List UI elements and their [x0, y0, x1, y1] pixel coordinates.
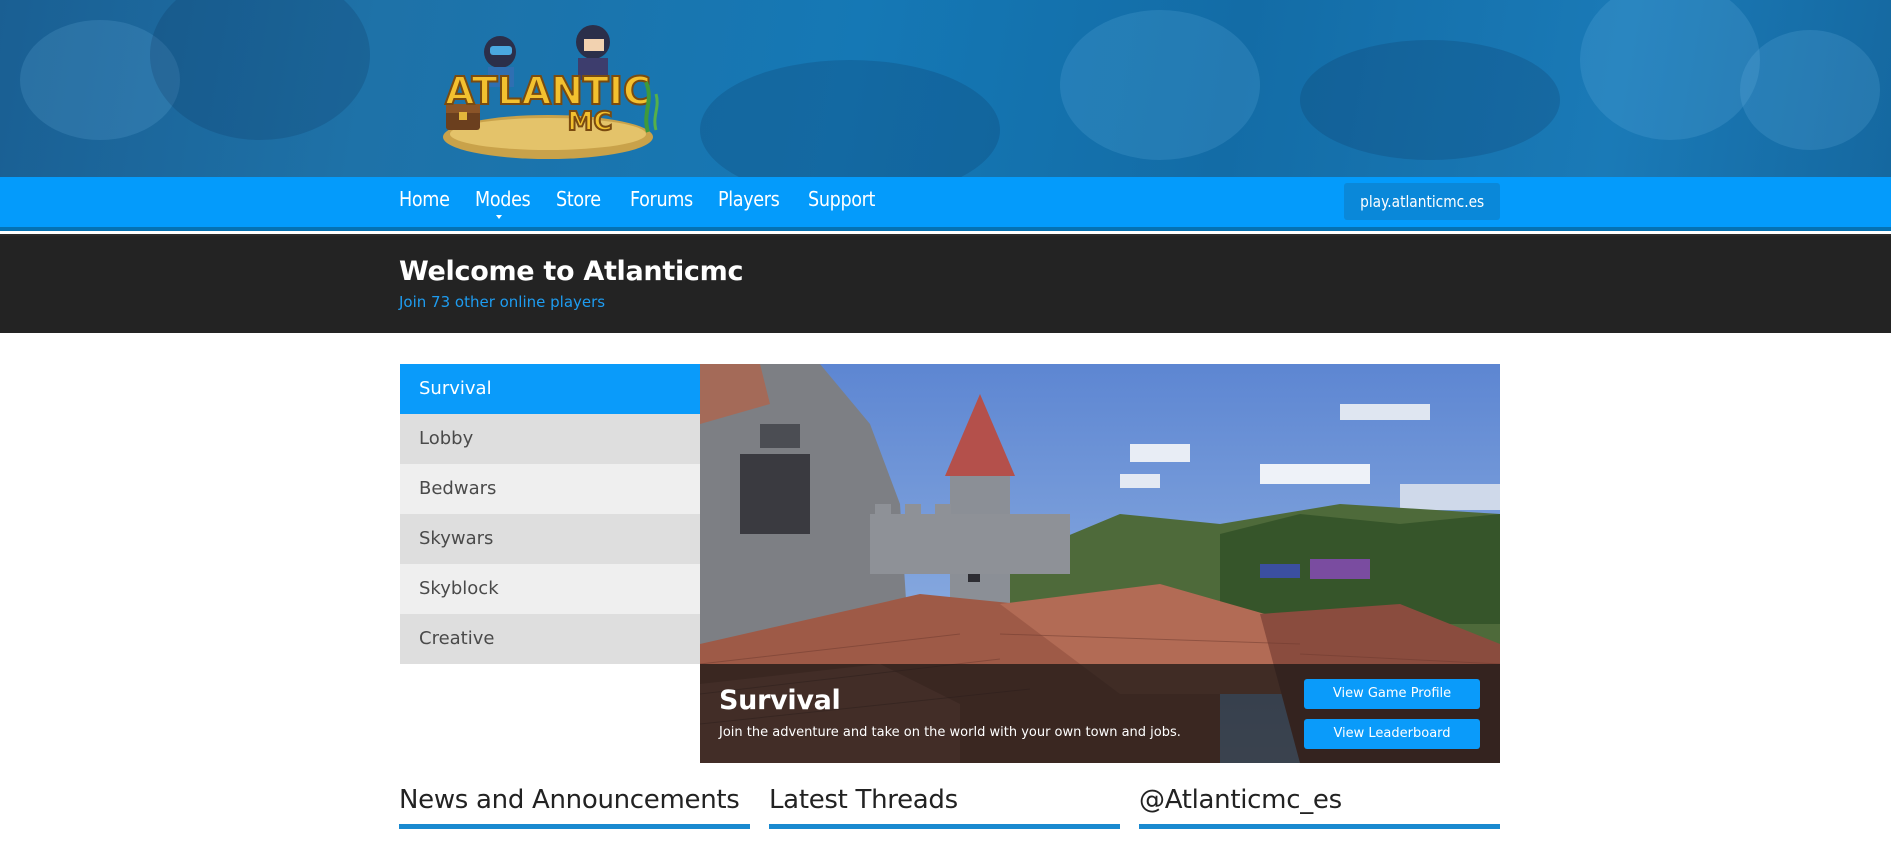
- news-heading: News and Announcements: [399, 785, 740, 815]
- main-nav: [0, 177, 1891, 227]
- mode-tabs: Survival Lobby Bedwars Skywars Skyblock …: [400, 364, 700, 664]
- featured-title: Survival: [719, 685, 841, 716]
- featured-description: Join the adventure and take on the world…: [719, 725, 1181, 740]
- threads-heading: Latest Threads: [769, 785, 958, 815]
- banner-decoration: [1580, 0, 1760, 140]
- page-title: Welcome to Atlanticmc: [399, 256, 744, 287]
- banner-decoration: [700, 60, 1000, 177]
- tab-creative[interactable]: Creative: [400, 614, 700, 664]
- header-banner: [0, 0, 1891, 177]
- section-divider: [769, 824, 1120, 829]
- view-game-profile-button[interactable]: View Game Profile: [1304, 679, 1480, 709]
- banner-decoration: [1060, 10, 1260, 160]
- section-divider: [1139, 824, 1500, 829]
- nav-modes[interactable]: Modes: [475, 187, 531, 211]
- online-players-text[interactable]: Join 73 other online players: [399, 293, 605, 311]
- nav-players[interactable]: Players: [718, 187, 780, 211]
- svg-text:ATLANTIC: ATLANTIC: [445, 69, 651, 113]
- threads-section: Latest Threads: [769, 785, 1120, 829]
- server-ip-button[interactable]: play.atlanticmc.es: [1344, 183, 1500, 220]
- view-leaderboard-button[interactable]: View Leaderboard: [1304, 719, 1480, 749]
- nav-forums[interactable]: Forums: [630, 187, 693, 211]
- tab-survival[interactable]: Survival: [400, 364, 700, 414]
- news-section: News and Announcements: [399, 785, 750, 829]
- nav-store[interactable]: Store: [556, 187, 601, 211]
- twitter-heading[interactable]: @Atlanticmc_es: [1139, 785, 1342, 815]
- server-ip-label: play.atlanticmc.es: [1359, 192, 1485, 211]
- featured-caption: Survival Join the adventure and take on …: [700, 664, 1500, 763]
- banner-decoration: [1300, 40, 1560, 160]
- nav-divider: [0, 227, 1891, 236]
- welcome-band: [0, 236, 1891, 333]
- svg-text:MC: MC: [568, 107, 613, 137]
- banner-decoration: [1740, 30, 1880, 150]
- tab-skywars[interactable]: Skywars: [400, 514, 700, 564]
- nav-home[interactable]: Home: [399, 187, 450, 211]
- nav-support[interactable]: Support: [808, 187, 875, 211]
- chevron-down-icon: [496, 215, 502, 219]
- site-logo[interactable]: ATLANTIC MC: [428, 12, 668, 162]
- featured-mode-panel: Survival Join the adventure and take on …: [700, 364, 1500, 763]
- twitter-section: @Atlanticmc_es: [1139, 785, 1500, 829]
- tab-skyblock[interactable]: Skyblock: [400, 564, 700, 614]
- tab-bedwars[interactable]: Bedwars: [400, 464, 700, 514]
- atlanticmc-logo-icon: ATLANTIC MC: [443, 25, 659, 159]
- banner-decoration: [150, 0, 370, 140]
- section-divider: [399, 824, 750, 829]
- tab-lobby[interactable]: Lobby: [400, 414, 700, 464]
